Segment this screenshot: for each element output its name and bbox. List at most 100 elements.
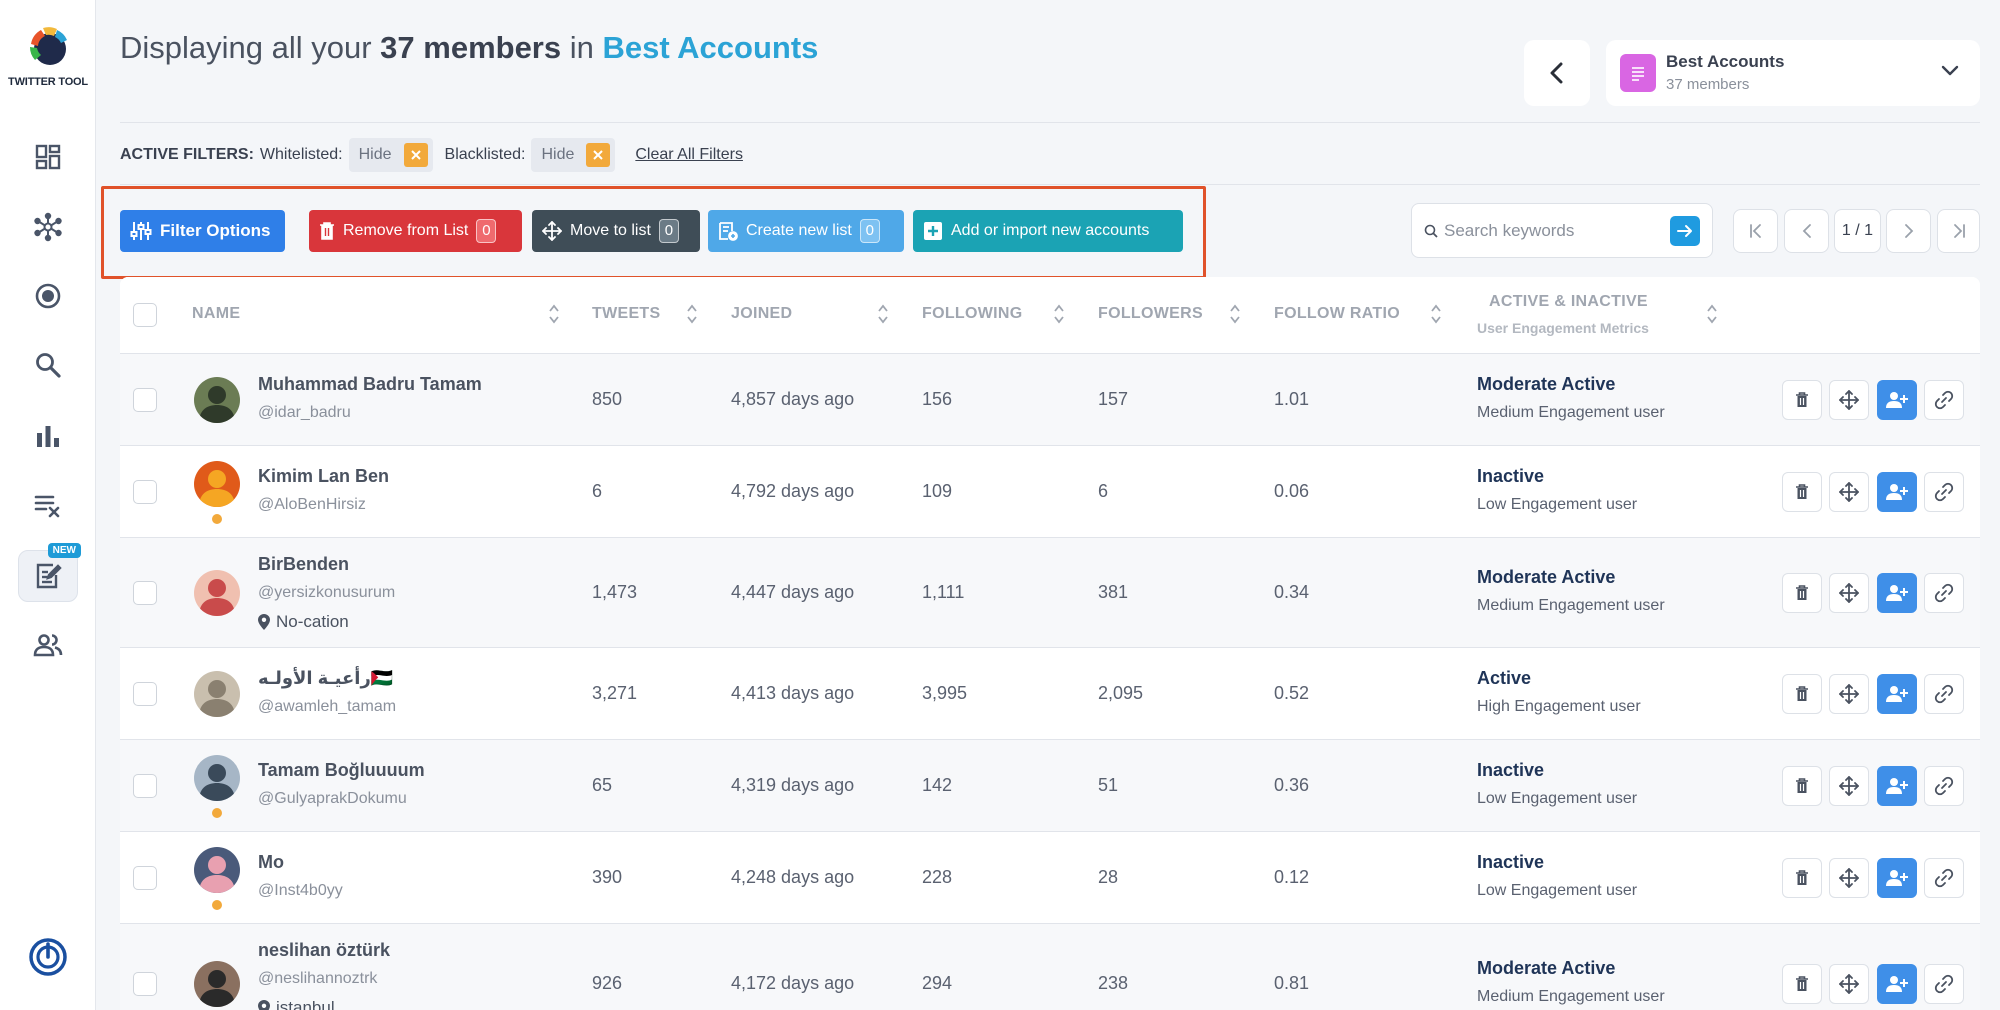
delete-member-button[interactable] [1782, 472, 1822, 512]
create-new-list-button[interactable]: Create new list 0 [708, 210, 904, 252]
row-checkbox[interactable] [133, 581, 157, 605]
sort-icon[interactable] [1229, 303, 1241, 325]
prev-page-button[interactable] [1784, 209, 1829, 253]
member-handle[interactable]: @GulyaprakDokumu [258, 790, 407, 808]
col-header-activity-sub: User Engagement Metrics [1477, 320, 1649, 336]
avatar[interactable] [194, 377, 240, 423]
avatar[interactable] [194, 755, 240, 801]
clear-all-filters-link[interactable]: Clear All Filters [635, 146, 743, 164]
follow-member-button[interactable] [1877, 858, 1917, 898]
sort-icon[interactable] [686, 303, 698, 325]
follow-member-button[interactable] [1877, 674, 1917, 714]
member-handle[interactable]: @AloBenHirsiz [258, 496, 366, 514]
move-member-button[interactable] [1829, 380, 1869, 420]
list-selector[interactable]: Best Accounts 37 members [1606, 40, 1980, 106]
open-profile-link-button[interactable] [1924, 472, 1964, 512]
member-name[interactable]: Kimim Lan Ben [258, 466, 389, 487]
open-profile-link-button[interactable] [1924, 380, 1964, 420]
back-button[interactable] [1524, 40, 1590, 106]
trash-icon [1796, 392, 1808, 407]
select-all-checkbox[interactable] [133, 303, 157, 327]
sidebar-item-target[interactable] [18, 270, 78, 322]
sidebar-item-analytics[interactable] [18, 410, 78, 462]
remove-whitelisted-filter-button[interactable] [403, 143, 428, 167]
member-handle[interactable]: @Inst4b0yy [258, 882, 343, 900]
follow-member-button[interactable] [1877, 380, 1917, 420]
move-to-list-button[interactable]: Move to list 0 [532, 210, 700, 252]
delete-member-button[interactable] [1782, 858, 1822, 898]
open-profile-link-button[interactable] [1924, 674, 1964, 714]
member-name[interactable]: Tamam Boğluuuum [258, 760, 425, 781]
delete-member-button[interactable] [1782, 766, 1822, 806]
member-name[interactable]: neslihan öztürk [258, 940, 390, 961]
member-handle[interactable]: @idar_badru [258, 404, 351, 422]
last-page-button[interactable] [1937, 209, 1980, 253]
member-name[interactable]: BirBenden [258, 554, 349, 575]
move-member-button[interactable] [1829, 472, 1869, 512]
remove-from-list-button[interactable]: Remove from List 0 [309, 210, 522, 252]
delete-member-button[interactable] [1782, 964, 1822, 1004]
add-box-icon [924, 222, 942, 240]
member-name[interactable]: رأعيـة الأولـه🇵🇸 [258, 668, 393, 689]
sort-icon[interactable] [1053, 303, 1065, 325]
search-submit-button[interactable] [1670, 216, 1700, 246]
open-profile-link-button[interactable] [1924, 964, 1964, 1004]
sidebar-item-clear-lists[interactable] [18, 479, 78, 531]
search-input[interactable] [1444, 216, 1664, 246]
sort-icon[interactable] [548, 303, 560, 325]
member-handle[interactable]: @neslihannoztrk [258, 970, 377, 988]
first-page-icon [1749, 224, 1761, 238]
move-member-button[interactable] [1829, 573, 1869, 613]
move-member-button[interactable] [1829, 766, 1869, 806]
move-member-button[interactable] [1829, 964, 1869, 1004]
activity-status: Active [1477, 668, 1532, 688]
delete-member-button[interactable] [1782, 573, 1822, 613]
row-checkbox[interactable] [133, 774, 157, 798]
delete-member-button[interactable] [1782, 380, 1822, 420]
avatar[interactable] [194, 671, 240, 717]
row-checkbox[interactable] [133, 682, 157, 706]
whitelisted-filter-value: Hide [358, 146, 392, 163]
member-name[interactable]: Mo [258, 852, 284, 873]
move-member-button[interactable] [1829, 858, 1869, 898]
row-checkbox[interactable] [133, 972, 157, 996]
sidebar-item-dashboard[interactable] [18, 131, 78, 183]
avatar[interactable] [194, 570, 240, 616]
move-member-button[interactable] [1829, 674, 1869, 714]
delete-member-button[interactable] [1782, 674, 1822, 714]
avatar[interactable] [194, 461, 240, 507]
row-checkbox[interactable] [133, 866, 157, 890]
sidebar-item-search[interactable] [18, 339, 78, 391]
avatar[interactable] [194, 961, 240, 1007]
sort-icon[interactable] [1430, 303, 1442, 325]
sidebar-item-list-editor[interactable]: NEW [18, 543, 81, 602]
sort-icon[interactable] [1706, 303, 1718, 325]
power-icon[interactable] [29, 938, 67, 976]
first-page-button[interactable] [1733, 209, 1778, 253]
col-header-activity: ACTIVE & INACTIVE [1489, 293, 1648, 310]
sort-icon[interactable] [877, 303, 889, 325]
follow-member-button[interactable] [1877, 472, 1917, 512]
avatar[interactable] [194, 847, 240, 893]
member-name[interactable]: Muhammad Badru Tamam [258, 374, 482, 395]
member-handle[interactable]: @awamleh_tamam [258, 698, 396, 716]
sidebar-item-network[interactable] [18, 201, 78, 253]
follow-member-button[interactable] [1877, 766, 1917, 806]
link-icon [1934, 684, 1954, 704]
remove-blacklisted-filter-button[interactable] [586, 143, 611, 167]
next-page-button[interactable] [1886, 209, 1931, 253]
row-checkbox[interactable] [133, 480, 157, 504]
row-checkbox[interactable] [133, 388, 157, 412]
cell-followers: 381 [1098, 582, 1129, 602]
open-profile-link-button[interactable] [1924, 766, 1964, 806]
add-user-icon [1886, 484, 1908, 500]
add-import-accounts-button[interactable]: Add or import new accounts [913, 210, 1183, 252]
sidebar-item-users[interactable] [18, 619, 78, 671]
open-profile-link-button[interactable] [1924, 573, 1964, 613]
member-handle[interactable]: @yersizkonusurum [258, 584, 395, 602]
follow-member-button[interactable] [1877, 964, 1917, 1004]
follow-member-button[interactable] [1877, 573, 1917, 613]
app-logo[interactable]: TWITTER TOOL [0, 22, 96, 88]
open-profile-link-button[interactable] [1924, 858, 1964, 898]
filter-options-button[interactable]: Filter Options [120, 210, 285, 252]
